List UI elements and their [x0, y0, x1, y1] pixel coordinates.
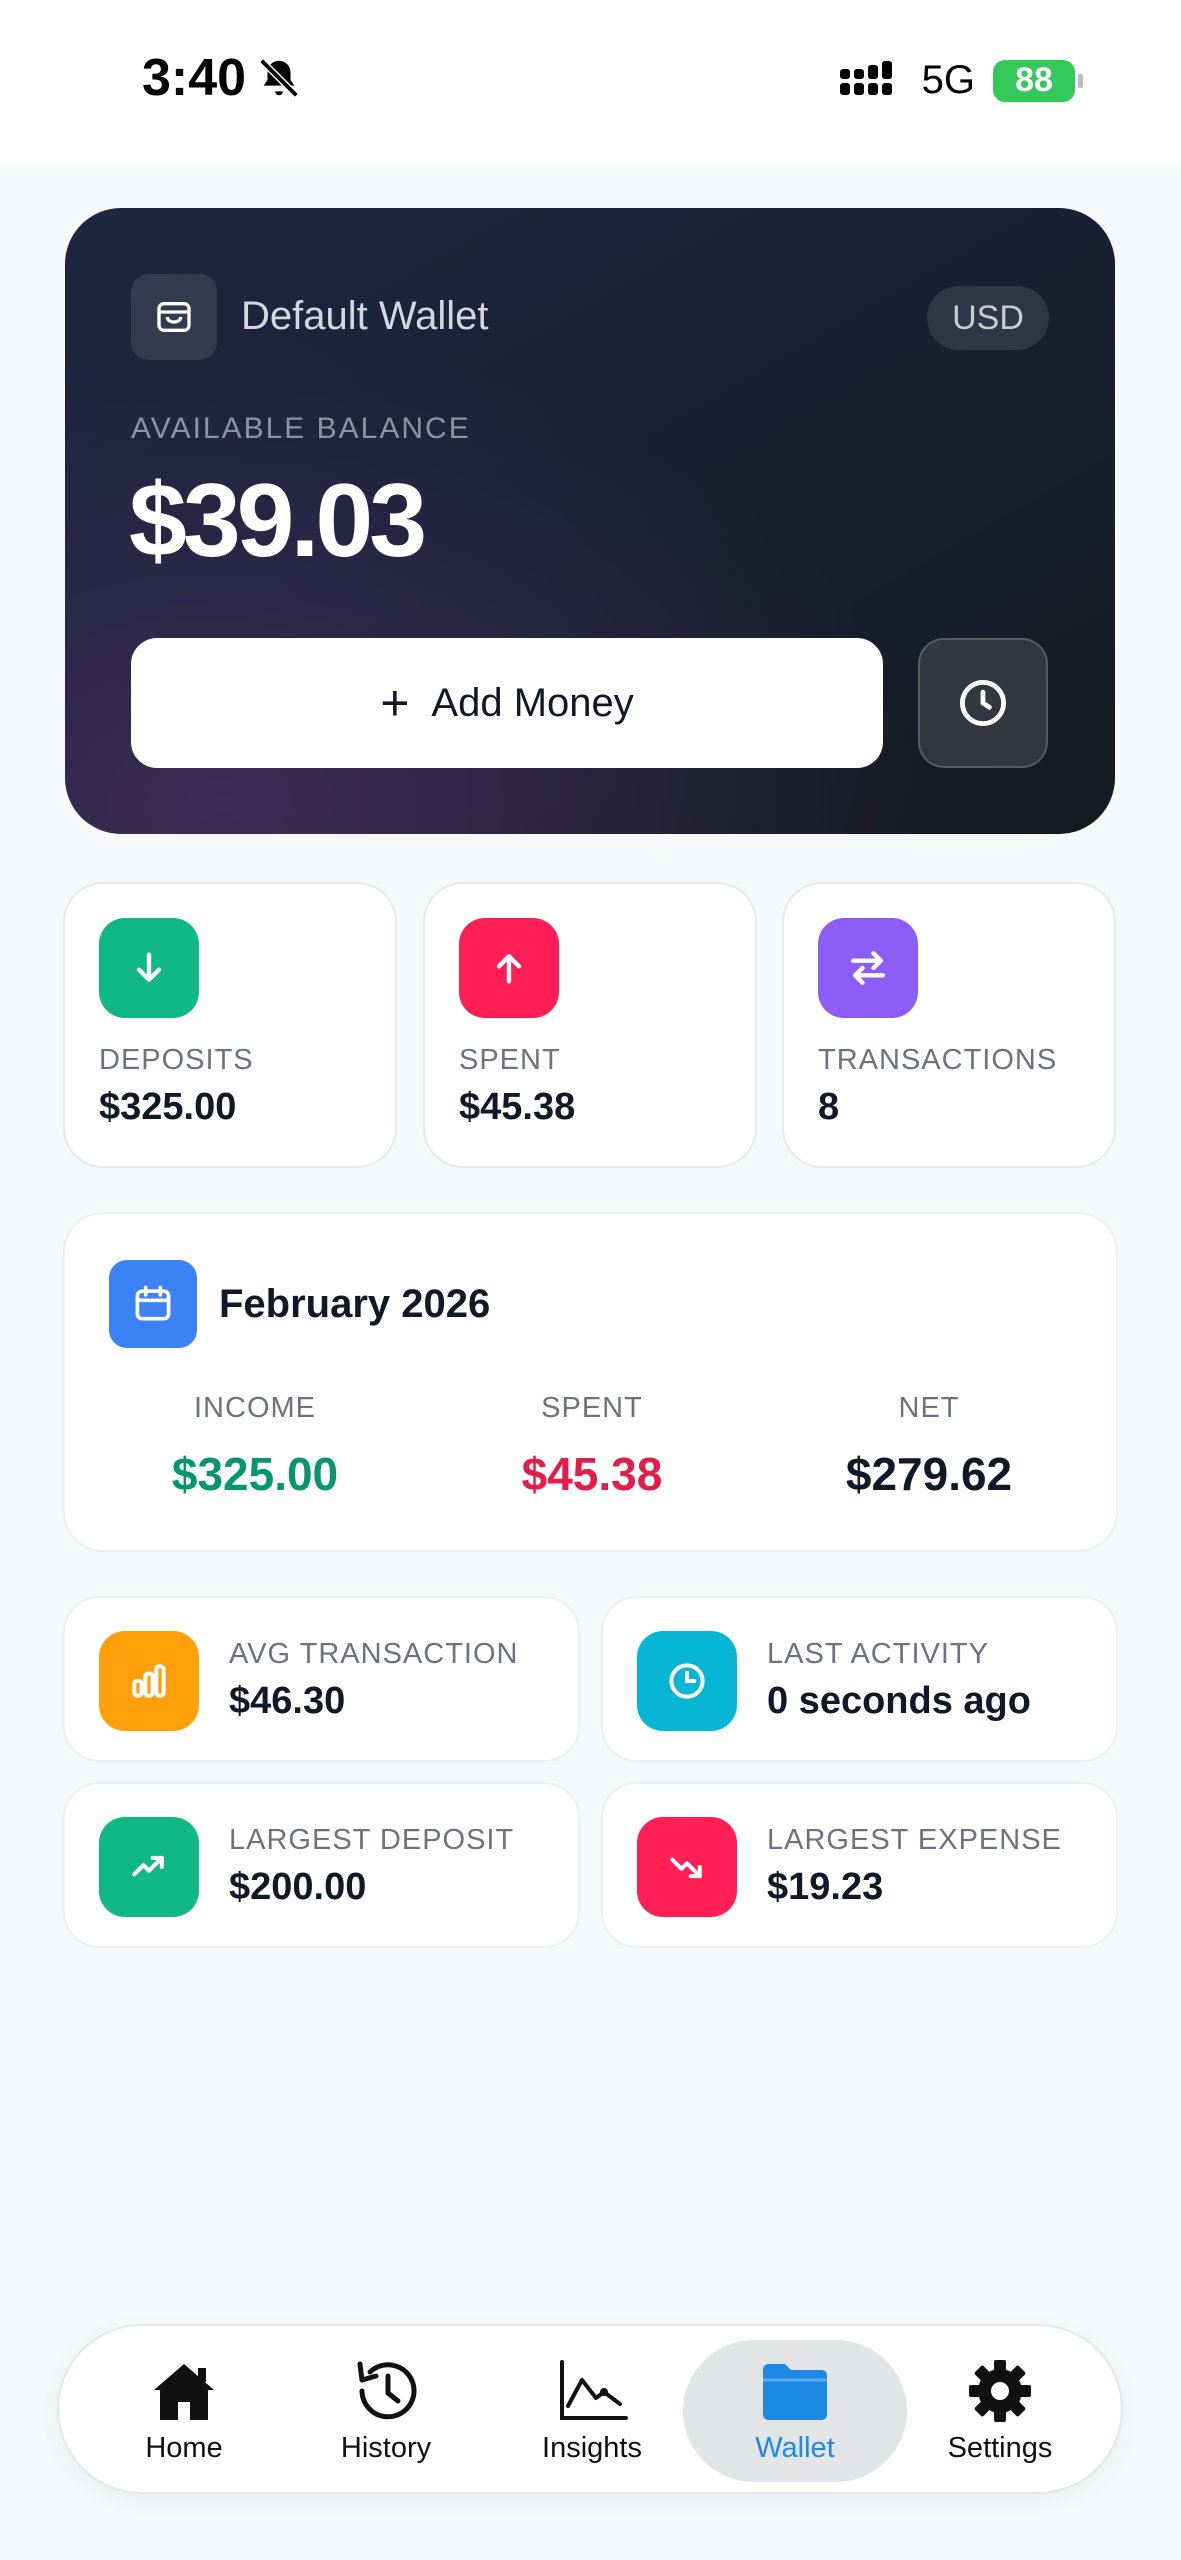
metric-value: 0 seconds ago — [767, 1680, 1031, 1722]
currency-badge[interactable]: USD — [927, 286, 1049, 350]
stat-value: 8 — [818, 1086, 840, 1128]
folder-icon — [763, 2363, 827, 2420]
nav-insights[interactable]: Insights — [492, 2340, 692, 2482]
bottom-nav: Home History Insights Wallet Settings — [57, 2324, 1123, 2494]
chart-line-icon — [560, 2359, 628, 2420]
last-activity-card[interactable]: LAST ACTIVITY 0 seconds ago — [601, 1596, 1118, 1762]
month-title: February 2026 — [219, 1282, 491, 1326]
home-icon — [154, 2363, 214, 2420]
net-label: NET — [898, 1392, 960, 1424]
metric-value: $200.00 — [229, 1866, 367, 1908]
clock-icon — [637, 1631, 737, 1731]
deposits-card[interactable]: DEPOSITS $325.00 — [63, 882, 397, 1168]
stat-label: DEPOSITS — [99, 1044, 254, 1076]
transactions-card[interactable]: TRANSACTIONS 8 — [782, 882, 1116, 1168]
status-time: 3:40 — [142, 48, 302, 108]
network-label: 5G — [921, 58, 975, 102]
stat-label: SPENT — [459, 1044, 561, 1076]
add-money-button[interactable]: + Add Money — [131, 638, 883, 768]
trend-up-icon — [99, 1817, 199, 1917]
spent-value: $45.38 — [521, 1448, 663, 1500]
status-bar: 3:40 5G 88 — [0, 0, 1181, 162]
spent-column: SPENT $45.38 — [427, 1392, 757, 1501]
metric-label: AVG TRANSACTION — [229, 1638, 519, 1670]
nav-history[interactable]: History — [286, 2340, 486, 2482]
income-value: $325.00 — [171, 1448, 339, 1500]
nav-label: Settings — [947, 2431, 1053, 2464]
metric-value: $46.30 — [229, 1680, 346, 1722]
status-indicators: 5G 88 — [839, 58, 1083, 103]
bar-chart-icon — [99, 1631, 199, 1731]
metric-label: LARGEST EXPENSE — [767, 1824, 1062, 1856]
history-icon — [357, 2361, 417, 2419]
stat-value: $325.00 — [99, 1086, 237, 1128]
trend-down-icon — [637, 1817, 737, 1917]
balance-amount: $39.03 — [129, 463, 427, 579]
avg-transaction-card[interactable]: AVG TRANSACTION $46.30 — [63, 1596, 580, 1762]
spent-label: SPENT — [541, 1392, 643, 1424]
metric-value: $19.23 — [767, 1866, 884, 1908]
largest-expense-card[interactable]: LARGEST EXPENSE $19.23 — [601, 1782, 1118, 1948]
largest-deposit-card[interactable]: LARGEST DEPOSIT $200.00 — [63, 1782, 580, 1948]
net-column: NET $279.62 — [764, 1392, 1094, 1501]
bell-muted-icon — [259, 58, 299, 98]
month-summary-card: February 2026 INCOME $325.00 SPENT $45.3… — [63, 1212, 1118, 1552]
gear-icon — [969, 2359, 1031, 2422]
income-label: INCOME — [194, 1392, 316, 1424]
nav-label: History — [340, 2431, 432, 2464]
balance-label: AVAILABLE BALANCE — [131, 412, 471, 445]
clock-icon — [960, 680, 1006, 726]
wallet-icon — [131, 274, 217, 360]
nav-wallet[interactable]: Wallet — [683, 2340, 907, 2482]
swap-arrows-icon — [818, 918, 918, 1018]
net-value: $279.62 — [845, 1448, 1013, 1500]
wallet-card: Default Wallet USD AVAILABLE BALANCE $39… — [65, 208, 1115, 834]
income-column: INCOME $325.00 — [90, 1392, 420, 1501]
time-text: 3:40 — [142, 49, 247, 107]
nav-home[interactable]: Home — [84, 2340, 284, 2482]
wallet-name: Default Wallet — [241, 294, 489, 338]
calendar-icon — [109, 1260, 197, 1348]
metric-label: LARGEST DEPOSIT — [229, 1824, 515, 1856]
nav-label: Home — [145, 2431, 223, 2464]
stat-label: TRANSACTIONS — [818, 1044, 1058, 1076]
arrow-up-icon — [459, 918, 559, 1018]
signal-icon — [839, 60, 892, 95]
nav-label: Wallet — [755, 2431, 835, 2464]
spent-card[interactable]: SPENT $45.38 — [423, 882, 757, 1168]
stat-value: $45.38 — [459, 1086, 576, 1128]
add-money-label: Add Money — [431, 680, 634, 725]
wallet-history-button[interactable] — [918, 638, 1048, 768]
nav-settings[interactable]: Settings — [900, 2340, 1100, 2482]
battery-indicator: 88 — [993, 59, 1083, 102]
plus-icon: + — [380, 675, 410, 731]
arrow-down-icon — [99, 918, 199, 1018]
metric-label: LAST ACTIVITY — [767, 1638, 989, 1670]
nav-label: Insights — [542, 2431, 642, 2464]
